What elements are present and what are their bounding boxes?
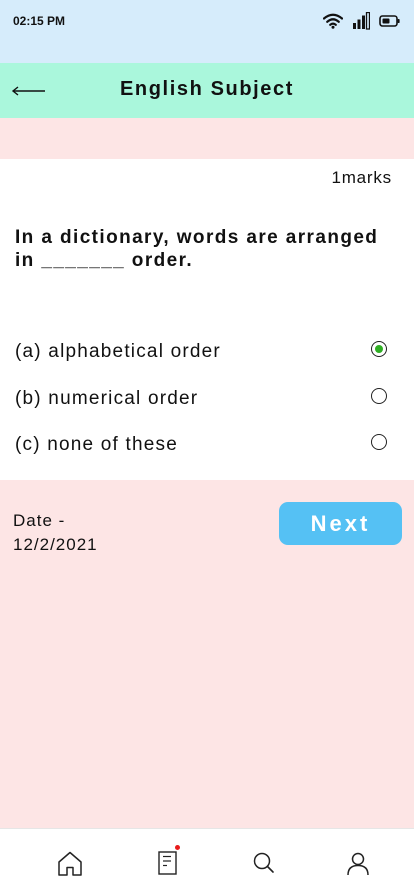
question-text: In a dictionary, words are arranged in _… xyxy=(15,227,379,271)
next-button[interactable]: Next xyxy=(279,502,402,545)
wifi-icon xyxy=(323,13,343,29)
marks-label: 1marks xyxy=(331,168,392,187)
status-time: 02:15 PM xyxy=(13,14,66,28)
nav-notes[interactable] xyxy=(154,845,184,879)
option-label: (c) none of these xyxy=(15,434,178,455)
page-title: English Subject xyxy=(119,78,295,100)
battery-icon xyxy=(379,14,401,28)
status-icons xyxy=(323,11,401,31)
option-b[interactable]: (b) numerical order xyxy=(0,380,414,420)
notification-dot xyxy=(175,845,180,850)
nav-search[interactable] xyxy=(249,849,279,879)
profile-icon xyxy=(343,849,373,879)
radio-button[interactable] xyxy=(371,434,387,450)
option-a[interactable]: (a) alphabetical order xyxy=(0,333,414,373)
option-c[interactable]: (c) none of these xyxy=(0,426,414,466)
option-label: (b) numerical order xyxy=(15,388,199,409)
radio-button-selected[interactable] xyxy=(371,341,387,357)
home-icon xyxy=(55,849,85,879)
nav-home[interactable] xyxy=(55,849,85,879)
app-header: English Subject xyxy=(0,63,414,118)
signal-icon xyxy=(352,12,370,30)
nav-profile[interactable] xyxy=(343,849,373,879)
search-icon xyxy=(249,849,279,879)
notes-icon xyxy=(154,849,184,879)
question-card: 1marks In a dictionary, words are arrang… xyxy=(0,159,414,480)
status-bar: 02:15 PM xyxy=(0,0,414,63)
date-info: Date - 12/2/2021 xyxy=(13,509,163,557)
date-label: Date - xyxy=(13,511,66,530)
option-label: (a) alphabetical order xyxy=(15,341,221,362)
bottom-nav xyxy=(0,828,414,896)
radio-button[interactable] xyxy=(371,388,387,404)
date-value: 12/2/2021 xyxy=(13,535,98,554)
